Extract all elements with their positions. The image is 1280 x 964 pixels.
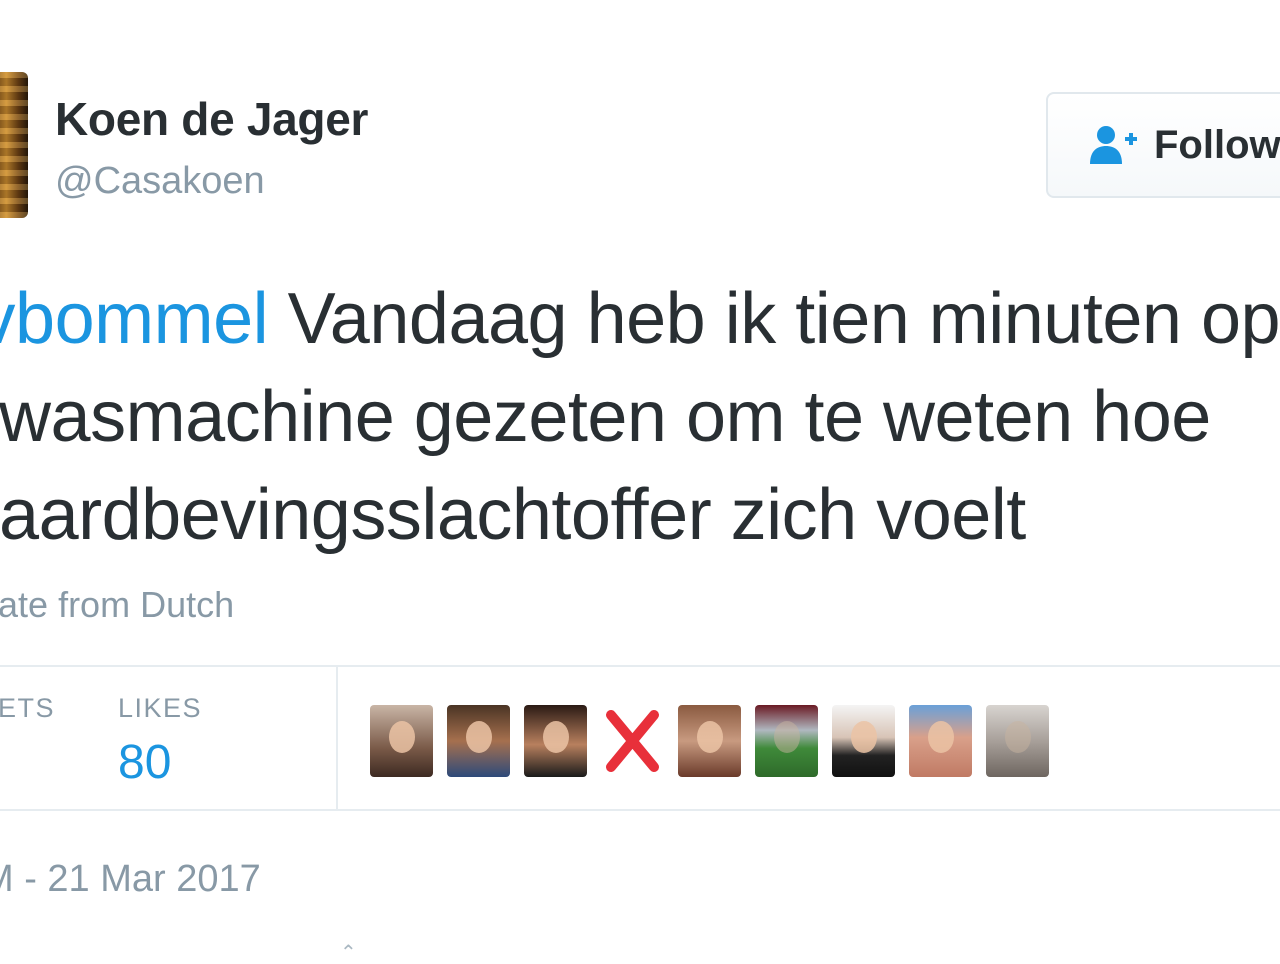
tweet-line-1: avbommel Vandaag heb ik tien minuten op [0,270,1280,368]
liker-face [466,721,492,753]
user-handle[interactable]: @Casakoen [55,160,265,203]
liker-face [389,721,415,753]
tweet-line-1-text: Vandaag heb ik tien minuten op [268,279,1280,359]
tweet-line-2: n wasmachine gezeten om te weten hoe [0,377,1211,457]
likes-count[interactable]: 80 [118,735,171,790]
liker-face [543,721,569,753]
liker-avatar[interactable] [524,705,587,777]
liker-face [697,721,723,753]
tweet-stats: ETS LIKES 80 [0,665,1280,811]
red-x-icon [606,710,659,772]
liker-avatars [370,705,1049,777]
tweet-line-3: n aardbevingsslachtoffer zich voelt [0,475,1026,555]
mention-link[interactable]: avbommel [0,279,269,359]
liker-avatar[interactable] [678,705,741,777]
follow-button-label: Follow [1154,122,1280,167]
follow-user-icon [1090,126,1137,164]
follow-button[interactable]: Follow [1046,92,1280,198]
liker-avatar[interactable] [755,705,818,777]
liker-avatar[interactable] [370,705,433,777]
liker-face [774,721,800,753]
tweet-timestamp[interactable]: M - 21 Mar 2017 [0,858,261,901]
translate-link[interactable]: nslate from Dutch [0,584,234,626]
liker-face [928,721,954,753]
liker-avatar[interactable] [832,705,895,777]
user-name[interactable]: Koen de Jager [55,92,368,146]
liker-avatar[interactable] [601,705,664,777]
liker-avatar[interactable] [986,705,1049,777]
likes-label[interactable]: LIKES [118,693,202,724]
liker-face [1005,721,1031,753]
retweets-label[interactable]: ETS [0,693,55,724]
profile-avatar[interactable] [0,72,28,218]
liker-face [851,721,877,753]
stats-divider [336,667,338,809]
tweet-text: avbommel Vandaag heb ik tien minuten op … [0,270,1280,564]
liker-avatar[interactable] [909,705,972,777]
liker-avatar[interactable] [447,705,510,777]
chevron-icon: ⌃ [340,942,357,964]
